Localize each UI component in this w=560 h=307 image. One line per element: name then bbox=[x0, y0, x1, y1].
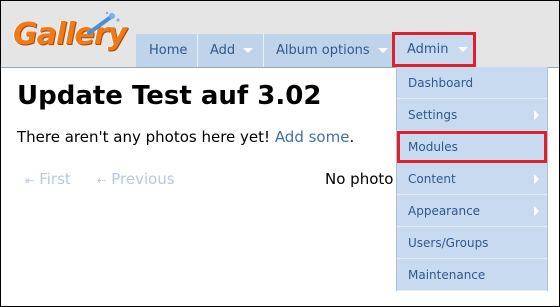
no-photos-status: No photo bbox=[325, 170, 394, 188]
menu-item-modules[interactable]: Modules bbox=[397, 131, 547, 163]
gallery-logo[interactable]: Gallery bbox=[13, 11, 131, 55]
sparkle-icon bbox=[87, 11, 120, 35]
first-page-icon: ⇤ bbox=[25, 174, 35, 187]
nav-add-label: Add bbox=[210, 43, 236, 58]
chevron-down-icon bbox=[377, 48, 388, 53]
chevron-right-icon bbox=[534, 110, 539, 120]
chevron-right-icon bbox=[534, 206, 539, 216]
nav-home[interactable]: Home bbox=[149, 34, 187, 67]
previous-page-icon: ⇠ bbox=[97, 174, 107, 187]
pager-first-label: First bbox=[39, 170, 71, 188]
nav-add[interactable]: Add bbox=[210, 34, 254, 67]
admin-dropdown-menu: Dashboard Settings Modules Content Appea… bbox=[396, 67, 548, 291]
chevron-right-icon bbox=[534, 174, 539, 184]
menu-item-dashboard[interactable]: Dashboard bbox=[397, 67, 547, 99]
nav-album-options[interactable]: Album options bbox=[276, 34, 388, 67]
nav-album-options-label: Album options bbox=[276, 43, 370, 58]
menu-item-content[interactable]: Content bbox=[397, 163, 547, 195]
menu-item-label: Appearance bbox=[408, 204, 481, 218]
chevron-down-icon bbox=[458, 47, 469, 52]
menu-item-label: Dashboard bbox=[408, 76, 474, 90]
chevron-down-icon bbox=[243, 48, 254, 53]
app-window: Gallery Home Add Album options Admin Upd… bbox=[0, 0, 560, 307]
menu-item-maintenance[interactable]: Maintenance bbox=[397, 259, 547, 291]
nav-admin-label: Admin bbox=[407, 42, 449, 57]
nav-admin[interactable]: Admin bbox=[392, 32, 476, 67]
menu-item-settings[interactable]: Settings bbox=[397, 99, 547, 131]
header: Gallery Home Add Album options Admin bbox=[1, 1, 559, 68]
page-title: Update Test auf 3.02 bbox=[17, 81, 322, 111]
menu-item-label: Content bbox=[408, 172, 456, 186]
empty-text: There aren't any photos here yet! bbox=[17, 128, 271, 146]
nav-divider bbox=[197, 34, 198, 67]
pager-previous-label: Previous bbox=[111, 170, 175, 188]
add-some-link[interactable]: Add some bbox=[275, 128, 350, 146]
nav-divider bbox=[263, 34, 264, 67]
nav-home-label: Home bbox=[149, 43, 188, 58]
empty-album-message: There aren't any photos here yet! Add so… bbox=[17, 128, 354, 146]
menu-item-appearance[interactable]: Appearance bbox=[397, 195, 547, 227]
period-text: . bbox=[349, 128, 355, 146]
pager-previous: ⇠ Previous bbox=[97, 170, 175, 188]
menu-item-label: Maintenance bbox=[408, 268, 486, 282]
menu-item-label: Modules bbox=[408, 140, 458, 154]
menu-item-label: Settings bbox=[408, 108, 458, 122]
pager-first: ⇤ First bbox=[25, 170, 71, 188]
menu-item-label: Users/Groups bbox=[408, 236, 489, 250]
menu-item-users-groups[interactable]: Users/Groups bbox=[397, 227, 547, 259]
